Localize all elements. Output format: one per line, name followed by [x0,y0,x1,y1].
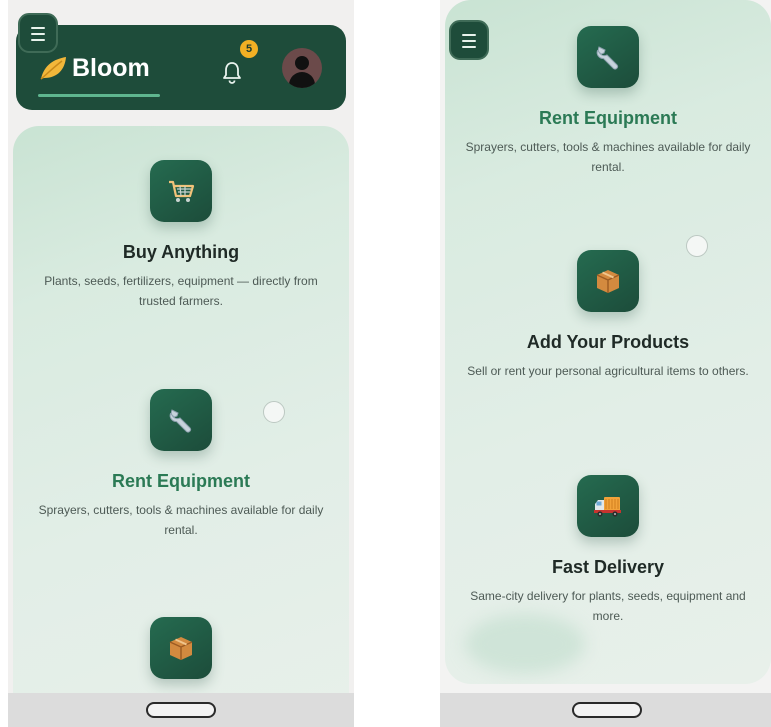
features-panel: Rent Equipment Sprayers, cutters, tools … [445,0,771,684]
app-header: Bloom 5 [16,25,346,110]
feature-description: Plants, seeds, fertilizers, equipment — … [44,274,318,308]
package-icon [577,250,639,312]
feature-rent-equipment[interactable]: Rent Equipment Sprayers, cutters, tools … [13,389,349,540]
system-navigation-bar [440,693,771,727]
feature-description: Sprayers, cutters, tools & machines avai… [465,140,751,174]
feature-description: Sell or rent your personal agricultural … [467,364,749,378]
radio-toggle[interactable] [263,401,285,423]
bell-icon[interactable] [221,60,243,84]
right-phone-screen: Rent Equipment Sprayers, cutters, tools … [440,0,771,727]
features-panel: Buy Anything Plants, seeds, fertilizers,… [13,126,349,727]
system-navigation-bar [8,693,354,727]
home-gesture-pill[interactable] [572,702,642,718]
feature-title: Add Your Products [526,332,690,352]
brand-name: Bloom [72,53,150,82]
wrench-icon [577,26,639,88]
shopping-cart-icon [150,160,212,222]
feature-add-products[interactable]: Add Your Products Sell or rent your pers… [445,250,771,381]
brand-logo[interactable]: Bloom [38,53,160,97]
wrench-icon [150,389,212,451]
notification-badge: 5 [240,40,258,58]
hamburger-menu-icon[interactable] [18,13,58,53]
radio-toggle[interactable] [686,235,708,257]
leaf-icon [40,57,66,80]
feature-rent-equipment[interactable]: Rent Equipment Sprayers, cutters, tools … [445,26,771,177]
feature-buy-anything[interactable]: Buy Anything Plants, seeds, fertilizers,… [13,160,349,311]
feature-title: Rent Equipment [539,108,677,128]
user-avatar-icon[interactable] [282,48,322,88]
feature-title: Buy Anything [122,242,240,262]
feature-title: Rent Equipment [112,471,250,491]
brand-underline [38,94,160,97]
package-icon [150,617,212,679]
feature-description: Same-city delivery for plants, seeds, eq… [470,589,746,623]
feature-title: Fast Delivery [551,557,665,577]
feature-fast-delivery[interactable]: Fast Delivery Same-city delivery for pla… [445,475,771,626]
hamburger-menu-icon[interactable] [449,20,489,60]
feature-add-products[interactable] [13,617,349,679]
left-phone-screen: Buy Anything Plants, seeds, fertilizers,… [8,0,354,727]
home-gesture-pill[interactable] [146,702,216,718]
feature-description: Sprayers, cutters, tools & machines avai… [38,503,324,537]
delivery-truck-icon [577,475,639,537]
